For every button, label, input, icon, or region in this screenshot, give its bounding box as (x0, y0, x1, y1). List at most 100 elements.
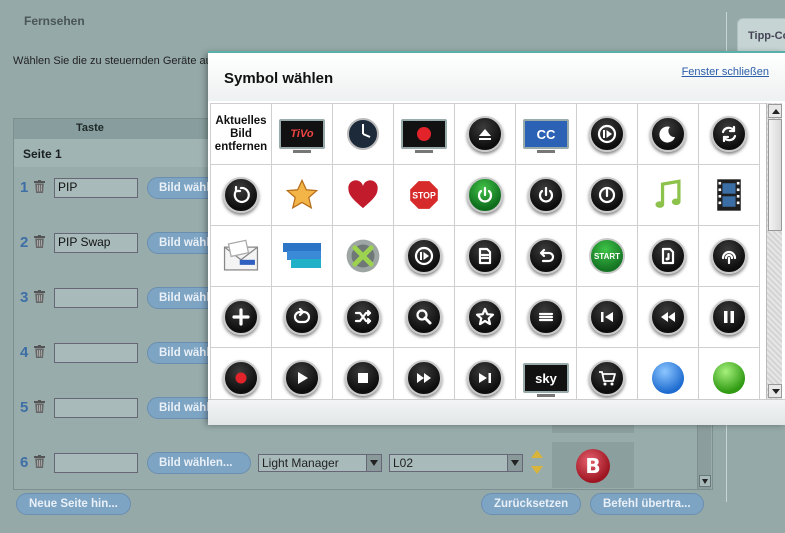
swap-icon (711, 116, 747, 152)
symbol-cell[interactable]: CC (516, 104, 577, 165)
symbol-cell[interactable] (455, 226, 516, 287)
scroll-down-button[interactable] (768, 384, 782, 398)
favorite-star-icon (467, 299, 503, 335)
symbol-cell[interactable] (211, 348, 272, 399)
choose-image-button[interactable]: Bild wählen... (147, 452, 251, 474)
button-name-input[interactable] (54, 453, 138, 473)
symbol-cell[interactable] (272, 287, 333, 348)
trash-icon[interactable] (34, 180, 45, 193)
symbol-cell[interactable] (516, 287, 577, 348)
row-number: 2 (20, 234, 29, 251)
symbol-cell[interactable] (455, 165, 516, 226)
symbol-cell[interactable] (699, 287, 760, 348)
symbol-cell[interactable] (638, 226, 699, 287)
reorder-arrows[interactable] (531, 448, 543, 480)
heart-icon (348, 180, 378, 209)
symbol-cell[interactable]: START (577, 226, 638, 287)
scroll-up-button[interactable] (768, 104, 782, 118)
symbol-grid-viewport: Aktuelles Bild entfernen TiVo CC STOP START s… (210, 103, 766, 399)
column-header-taste: Taste (76, 122, 104, 134)
music-note-icon (655, 179, 681, 208)
symbol-cell[interactable] (211, 165, 272, 226)
trash-icon[interactable] (34, 235, 45, 248)
page-label: Seite 1 (23, 147, 62, 161)
play-pause-icon (589, 116, 625, 152)
start-label: START (593, 251, 621, 261)
scroll-thumb[interactable] (768, 119, 782, 231)
symbol-cell[interactable] (699, 165, 760, 226)
symbol-cell[interactable] (699, 104, 760, 165)
move-down-icon[interactable] (531, 466, 543, 474)
symbol-cell[interactable] (333, 226, 394, 287)
symbol-cell[interactable] (516, 226, 577, 287)
button-name-input[interactable]: PIP (54, 178, 138, 198)
my-media-icon (283, 243, 321, 268)
trash-icon[interactable] (34, 290, 45, 303)
close-window-link[interactable]: Fenster schließen (682, 66, 769, 78)
symbol-cell[interactable] (333, 348, 394, 399)
symbol-cell[interactable] (333, 287, 394, 348)
section-title: Fernsehen (24, 14, 85, 28)
symbol-cell[interactable] (333, 104, 394, 165)
symbol-cell[interactable] (394, 104, 455, 165)
symbol-cell[interactable] (516, 165, 577, 226)
cc-label: CC (536, 126, 556, 142)
symbol-cell[interactable]: STOP (394, 165, 455, 226)
start-icon: START (589, 238, 625, 274)
symbol-cell[interactable] (211, 287, 272, 348)
record-icon (223, 360, 259, 396)
command-select[interactable]: L02 (389, 454, 523, 472)
symbol-cell[interactable] (699, 348, 760, 399)
symbol-cell[interactable]: TiVo (272, 104, 333, 165)
symbol-cell[interactable] (272, 226, 333, 287)
symbol-cell[interactable] (638, 165, 699, 226)
symbol-cell[interactable] (638, 287, 699, 348)
symbol-cell[interactable] (455, 104, 516, 165)
trash-icon[interactable] (34, 455, 45, 468)
remove-image-cell[interactable]: Aktuelles Bild entfernen (211, 104, 272, 165)
button-name-input[interactable] (54, 398, 138, 418)
symbol-cell[interactable] (272, 348, 333, 399)
symbol-cell[interactable] (577, 348, 638, 399)
symbol-cell[interactable] (455, 287, 516, 348)
tivo-label: TiVo (290, 128, 314, 140)
clock-icon (347, 118, 379, 150)
modal-scrollbar[interactable] (766, 103, 782, 399)
row-number: 5 (20, 399, 29, 416)
new-page-button[interactable]: Neue Seite hin... (16, 493, 131, 515)
green-button-icon (713, 362, 745, 394)
button-name-input[interactable] (54, 288, 138, 308)
symbol-cell[interactable] (394, 226, 455, 287)
symbol-cell[interactable] (577, 104, 638, 165)
move-up-icon[interactable] (531, 450, 543, 458)
signal-icon (711, 238, 747, 274)
symbol-cell[interactable] (333, 165, 394, 226)
trash-icon[interactable] (34, 400, 45, 413)
symbol-cell[interactable] (394, 348, 455, 399)
reset-button[interactable]: Zurücksetzen (481, 493, 582, 515)
cc-tv-icon: CC (523, 119, 569, 153)
symbol-cell[interactable] (577, 287, 638, 348)
symbol-cell[interactable] (455, 348, 516, 399)
row-number: 6 (20, 454, 29, 471)
button-name-input[interactable] (54, 343, 138, 363)
symbol-cell[interactable] (699, 226, 760, 287)
modal-footer (208, 399, 785, 425)
document-icon (467, 238, 503, 274)
stop-sign-icon: STOP (408, 179, 440, 211)
star-icon (285, 178, 319, 210)
device-select[interactable]: Light Manager (258, 454, 382, 472)
symbol-cell[interactable] (638, 348, 699, 399)
symbol-cell[interactable] (577, 165, 638, 226)
transfer-button[interactable]: Befehl übertra... (590, 493, 704, 515)
symbol-cell[interactable] (272, 165, 333, 226)
symbol-cell[interactable]: sky (516, 348, 577, 399)
symbol-cell[interactable] (211, 226, 272, 287)
button-name-input[interactable]: PIP Swap (54, 233, 138, 253)
trash-icon[interactable] (34, 345, 45, 358)
scroll-down-button[interactable] (699, 475, 711, 487)
play-pause-icon-2 (406, 238, 442, 274)
symbol-cell[interactable] (638, 104, 699, 165)
symbol-cell[interactable] (394, 287, 455, 348)
plus-icon (223, 299, 259, 335)
